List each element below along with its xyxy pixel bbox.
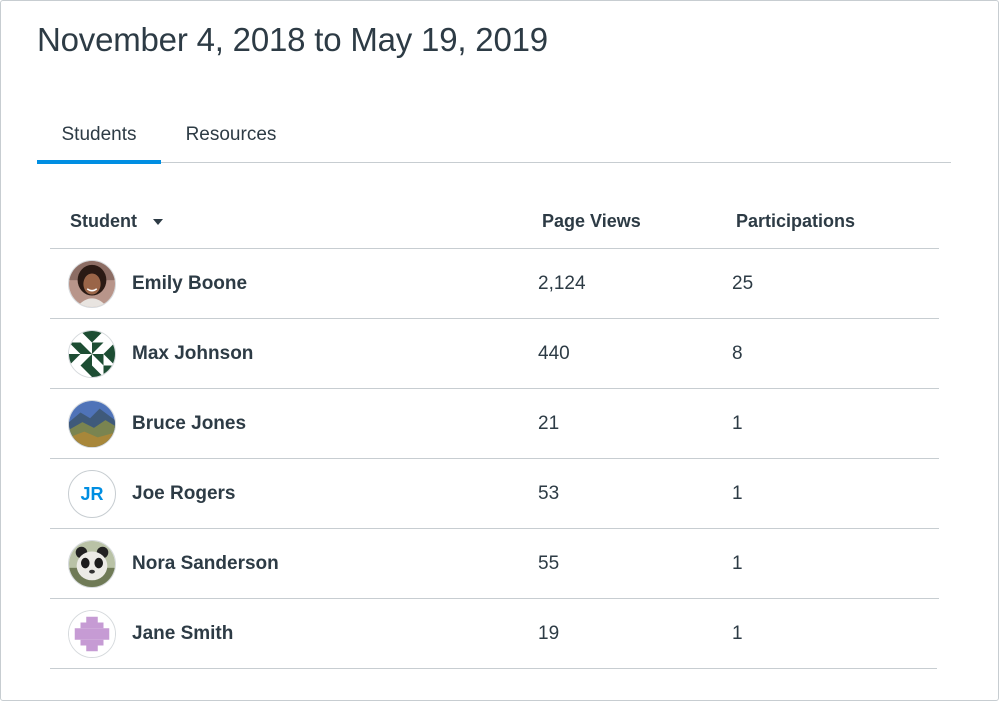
avatar: [68, 330, 116, 378]
participations-value: 1: [732, 413, 743, 434]
table-row: Jane Smith 19 1: [50, 599, 937, 669]
geometric-pattern-icon: [69, 331, 115, 377]
panda-photo-icon: [69, 541, 115, 587]
analytics-panel: November 4, 2018 to May 19, 2019 Student…: [0, 0, 999, 701]
tab-bar: Students Resources: [37, 106, 951, 164]
student-name-link[interactable]: Nora Sanderson: [132, 529, 279, 599]
purple-pattern-icon: [69, 611, 115, 657]
table-row: JR Joe Rogers 53 1: [50, 459, 939, 529]
avatar: [68, 610, 116, 658]
student-name-link[interactable]: Max Johnson: [132, 319, 253, 389]
table-row: Bruce Jones 21 1: [50, 389, 939, 459]
participations-column-header: Participations: [736, 194, 855, 249]
page-views-value: 19: [538, 623, 560, 644]
tab-resources[interactable]: Resources: [177, 106, 285, 163]
student-name-link[interactable]: Jane Smith: [132, 599, 233, 669]
date-range-title: November 4, 2018 to May 19, 2019: [37, 21, 548, 58]
table-row: Max Johnson 440 8: [50, 319, 939, 389]
page-views-value: 21: [538, 413, 560, 434]
participations-value: 1: [732, 483, 743, 504]
participations-value: 1: [732, 623, 743, 644]
landscape-photo-icon: [69, 401, 115, 447]
page-views-value: 2,124: [538, 273, 586, 294]
tab-students[interactable]: Students: [37, 106, 161, 164]
avatar: [68, 540, 116, 588]
student-name-link[interactable]: Joe Rogers: [132, 459, 235, 529]
participations-value: 25: [732, 273, 754, 294]
participations-value: 1: [732, 553, 743, 574]
avatar: [68, 400, 116, 448]
page-views-value: 55: [538, 553, 560, 574]
student-header-label: Student: [70, 211, 137, 231]
avatar-initials: JR: [68, 470, 116, 518]
student-column-header[interactable]: Student: [70, 194, 163, 249]
page-views-value: 53: [538, 483, 560, 504]
page-views-header-label: Page Views: [542, 211, 641, 231]
participations-value: 8: [732, 343, 743, 364]
page-views-value: 440: [538, 343, 570, 364]
tab-students-label: Students: [61, 123, 137, 145]
table-row: Nora Sanderson 55 1: [50, 529, 939, 599]
sort-caret-down-icon: [153, 218, 163, 225]
page-views-column-header: Page Views: [542, 194, 641, 249]
table-header: Student Page Views Participations: [50, 194, 939, 249]
photo-woman-icon: [69, 261, 115, 307]
student-name-link[interactable]: Bruce Jones: [132, 389, 246, 459]
participations-header-label: Participations: [736, 211, 856, 231]
students-table: Student Page Views Participations Emily …: [50, 194, 939, 669]
tab-resources-label: Resources: [185, 123, 277, 145]
student-name-link[interactable]: Emily Boone: [132, 249, 247, 319]
table-row: Emily Boone 2,124 25: [50, 249, 939, 319]
avatar: [68, 260, 116, 308]
